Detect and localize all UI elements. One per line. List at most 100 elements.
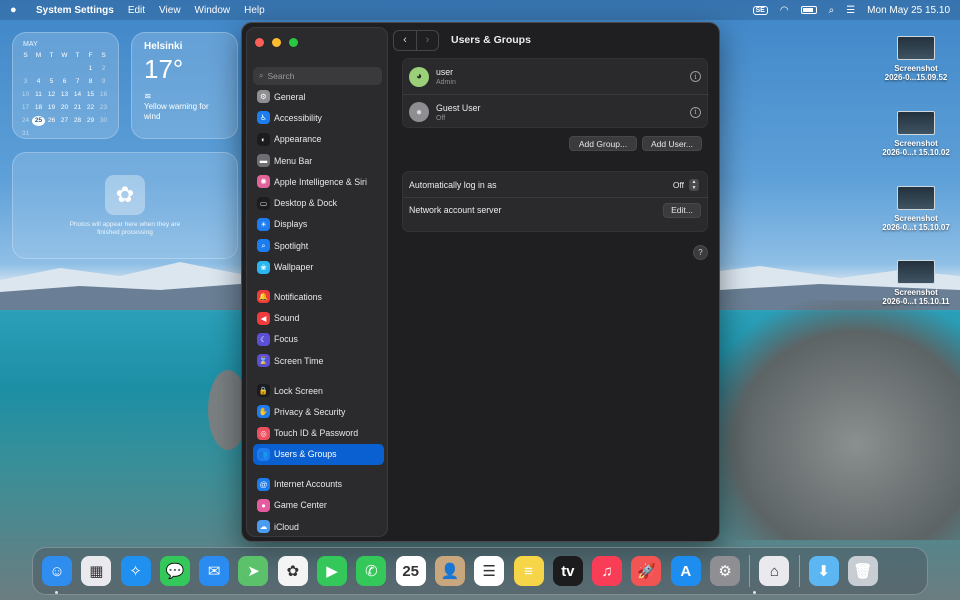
help-button[interactable]: ? [693, 245, 708, 260]
calendar-grid: S M T W T F S 1 2 3 4 5 6 7 8 9 10 11 12 13 14 15 16 17 18 19 20 21… [19, 51, 112, 139]
sidebar-item-screen-time[interactable]: ⌛ Screen Time [253, 350, 384, 371]
minimize-button[interactable] [272, 38, 281, 47]
desktop-dock-icon: ▭ [257, 196, 270, 210]
sidebar-item-label: General [274, 91, 306, 102]
sidebar-item-game-center[interactable]: ● Game Center [253, 495, 384, 516]
menu-edit[interactable]: Edit [128, 5, 145, 16]
sidebar-item-wallpaper[interactable]: ❀ Wallpaper [253, 256, 384, 277]
tv-icon[interactable]: tv [552, 556, 583, 586]
sidebar-item-focus[interactable]: ☾ Focus [253, 329, 384, 350]
menu-window[interactable]: Window [195, 5, 231, 16]
reminders-icon[interactable]: ☰ [474, 556, 505, 586]
facetime-icon[interactable]: ▶ [317, 556, 348, 586]
phone-icon[interactable]: ✆ [356, 556, 387, 586]
input-source-indicator[interactable]: SE [752, 5, 768, 15]
guest-avatar: ● [409, 102, 429, 122]
contacts-icon[interactable]: 👤 [434, 556, 465, 586]
calendar-day: 2 [101, 65, 106, 72]
wifi-icon[interactable]: ◠ [780, 5, 789, 16]
finder-icon[interactable]: ☺ [42, 556, 72, 586]
app-store-icon[interactable]: A [670, 556, 701, 586]
sidebar-item-users-groups[interactable]: 👥 Users & Groups [253, 443, 384, 466]
menu-view[interactable]: View [159, 5, 181, 16]
sidebar-item-touch-id-password[interactable]: ◎ Touch ID & Password [253, 422, 384, 443]
calendar-icon[interactable]: 25 [395, 556, 426, 586]
sidebar-nav: ⚙ General ♿ Accessibility ◐ Appearance ▬ Menu B… [253, 86, 384, 536]
safari-icon[interactable]: ✧ [120, 556, 151, 586]
sidebar-item-internet-accounts[interactable]: @ Internet Accounts [253, 474, 384, 495]
users-icon: 👥 [257, 447, 270, 461]
calendar-day [32, 64, 45, 74]
desktop-screenshot-2[interactable]: Screenshot 2026-0...t 15.10.02 [876, 111, 956, 157]
dock-separator [798, 555, 800, 587]
user-row-guest[interactable]: ● Guest User Off i [403, 94, 709, 129]
battery-icon[interactable] [800, 6, 817, 14]
maps-icon[interactable]: ➤ [238, 556, 269, 586]
user-row-admin[interactable]: ◕ user Admin i [403, 59, 709, 94]
search-icon[interactable]: ⌕ [829, 5, 835, 16]
menu-help[interactable]: Help [244, 5, 265, 16]
privacy-hand-icon: ✋ [257, 405, 270, 419]
sidebar-item-label: Menu Bar [274, 155, 313, 166]
auto-login-popup[interactable]: Off ▲ ▼ [673, 178, 699, 191]
control-center-icon[interactable]: ☰ [846, 5, 855, 16]
photos-icon[interactable]: ✿ [277, 556, 308, 586]
desktop-item-label: Screenshot 2026-0...t 15.10.02 [882, 139, 950, 157]
desktop-screenshot-4[interactable]: Screenshot 2026-0...t 15.10.11 [876, 260, 956, 306]
sidebar-item-label: Sound [274, 313, 300, 324]
system-settings-icon[interactable]: ⚙ [710, 556, 741, 586]
music-icon[interactable]: ♫ [592, 556, 623, 586]
photos-widget[interactable]: ✿ Photos will appear here when they are … [12, 152, 238, 259]
notes-icon[interactable]: ≡ [513, 556, 544, 586]
sidebar-item-menu-bar[interactable]: ▬ Menu Bar [253, 150, 384, 171]
sidebar-item-notifications[interactable]: 🔔 Notifications [253, 286, 384, 307]
mail-icon[interactable]: ✉ [199, 556, 230, 586]
weather-widget[interactable]: Helsinki 17° ≋ Yellow warning for wind [131, 32, 238, 139]
accessibility-icon: ♿ [257, 111, 270, 125]
window-toolbar: ‹ › Users & Groups [393, 27, 717, 53]
sidebar-item-label: Spotlight [274, 240, 309, 251]
sidebar-item-spotlight[interactable]: ⌕ Spotlight [253, 235, 384, 256]
close-button[interactable] [255, 38, 264, 47]
back-button[interactable]: ‹ [394, 31, 416, 50]
sidebar-item-lock-screen[interactable]: 🔒 Lock Screen [253, 380, 384, 401]
at-icon: @ [257, 477, 270, 491]
sidebar-item-displays[interactable]: ☀ Displays [253, 214, 384, 235]
info-icon[interactable]: i [690, 106, 701, 118]
sidebar-item-privacy-security[interactable]: ✋ Privacy & Security [253, 401, 384, 422]
forward-button[interactable]: › [416, 30, 438, 50]
trash-icon[interactable]: 🗑 [847, 556, 878, 586]
downloads-folder-icon[interactable]: ⬇ [808, 556, 839, 586]
messages-icon[interactable]: 💬 [159, 556, 190, 586]
rocket-icon[interactable]: 🚀 [631, 556, 662, 586]
user-role: Admin [436, 79, 456, 86]
sidebar-item-icloud[interactable]: ☁ iCloud [253, 516, 384, 536]
sidebar-item-accessibility[interactable]: ♿ Accessibility [253, 107, 384, 128]
calendar-day: 22 [86, 104, 95, 111]
sidebar-item-general[interactable]: ⚙ General [253, 86, 384, 107]
menu-app-name[interactable]: System Settings [36, 5, 114, 16]
add-user-button[interactable]: Add User... [642, 136, 702, 151]
icloud-icon: ☁ [257, 520, 270, 534]
apple-logo-icon[interactable]: ● [10, 4, 22, 16]
desktop-screenshot-3[interactable]: Screenshot 2026-0...t 15.10.07 [876, 186, 956, 232]
calendar-weekday: S [23, 52, 28, 59]
menu-clock[interactable]: Mon May 25 15.10 [867, 5, 950, 16]
installer-icon[interactable]: ⌂ [759, 556, 790, 586]
calendar-day [19, 64, 32, 74]
add-group-button[interactable]: Add Group... [569, 136, 637, 151]
network-server-row: Network account server Edit... [403, 197, 709, 222]
zoom-button[interactable] [289, 38, 298, 47]
calendar-widget[interactable]: MAY S M T W T F S 1 2 3 4 5 6 7 8 9 10 11 12 13 14 15 16 17 18 19… [12, 32, 119, 139]
displays-icon: ☀ [257, 217, 270, 231]
sidebar-item-desktop-dock[interactable]: ▭ Desktop & Dock [253, 192, 384, 213]
search-field[interactable]: ⌕ Search [253, 67, 382, 85]
info-icon[interactable]: i [690, 71, 701, 82]
sidebar-item-sound[interactable]: ◀ Sound [253, 307, 384, 328]
launchpad-icon[interactable]: ▦ [81, 556, 112, 586]
sidebar-item-appearance[interactable]: ◐ Appearance [253, 129, 384, 150]
edit-network-button[interactable]: Edit... [663, 202, 701, 218]
desktop-screenshot-1[interactable]: Screenshot 2026-0...15.09.52 [876, 36, 956, 82]
sidebar-item-apple-intelligence-siri[interactable]: ✺ Apple Intelligence & Siri [253, 171, 384, 192]
calendar-day: 9 [101, 78, 106, 85]
